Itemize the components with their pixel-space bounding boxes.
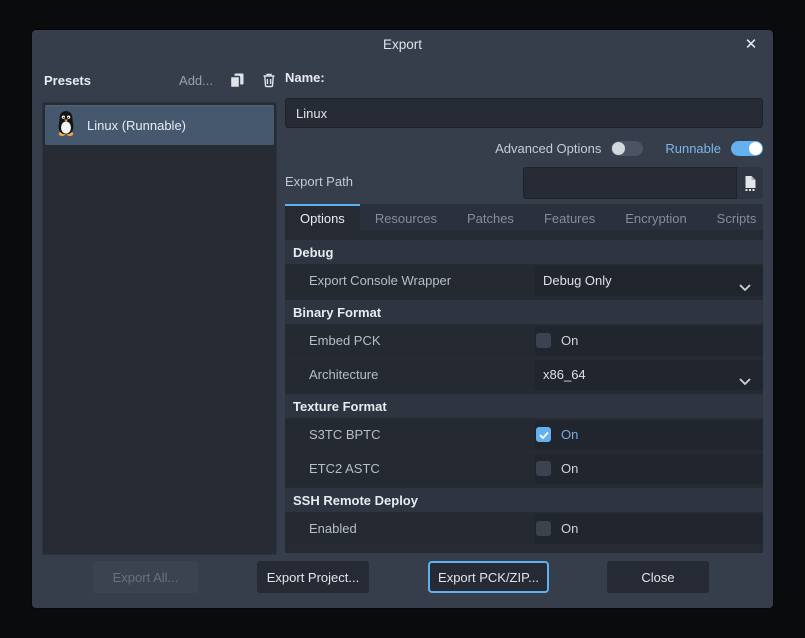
property-row-enabled: Enabled On	[285, 514, 763, 544]
add-preset-button[interactable]: Add...	[179, 73, 213, 88]
preset-list: Linux (Runnable)	[42, 102, 277, 555]
checkbox-on-label: On	[561, 427, 578, 442]
etc2-astc-checkbox[interactable]	[536, 461, 551, 476]
options-panel: Debug Export Console Wrapper Debug Only …	[285, 230, 763, 553]
file-browse-icon	[743, 175, 757, 191]
toggles-row: Advanced Options Runnable	[285, 137, 763, 159]
check-icon	[539, 431, 549, 439]
s3tc-bptc-checkbox[interactable]	[536, 427, 551, 442]
preset-item-label: Linux (Runnable)	[87, 118, 186, 133]
checkbox-on-label: On	[561, 333, 578, 348]
tab-resources[interactable]: Resources	[360, 204, 452, 230]
tab-scripts[interactable]: Scripts	[702, 204, 772, 230]
property-row-etc2-astc: ETC2 ASTC On	[285, 454, 763, 484]
chevron-down-icon[interactable]	[739, 372, 751, 390]
linux-penguin-icon	[55, 110, 77, 141]
property-row-architecture: Architecture x86_64	[285, 360, 763, 390]
toggle-knob	[749, 142, 762, 155]
section-header-texture-format: Texture Format	[285, 394, 763, 418]
export-project-button[interactable]: Export Project...	[257, 561, 369, 593]
checkbox-on-label: On	[561, 521, 578, 536]
tab-encryption[interactable]: Encryption	[610, 204, 701, 230]
presets-header: Presets Add...	[44, 68, 277, 92]
embed-pck-checkbox[interactable]	[536, 333, 551, 348]
property-label: S3TC BPTC	[309, 427, 381, 442]
name-label: Name:	[285, 70, 325, 85]
tab-options[interactable]: Options	[285, 204, 360, 230]
trash-icon[interactable]	[261, 72, 277, 88]
tab-patches[interactable]: Patches	[452, 204, 529, 230]
export-all-button: Export All...	[93, 561, 198, 593]
browse-path-button[interactable]	[737, 167, 763, 199]
runnable-label: Runnable	[665, 141, 721, 156]
advanced-options-label: Advanced Options	[495, 141, 601, 156]
export-dialog: Export ✕ Presets Add...	[32, 30, 773, 608]
property-label: ETC2 ASTC	[309, 461, 380, 476]
property-row-export-console-wrapper: Export Console Wrapper Debug Only	[285, 266, 763, 296]
presets-title: Presets	[44, 73, 91, 88]
property-label: Embed PCK	[309, 333, 381, 348]
preset-item-linux[interactable]: Linux (Runnable)	[45, 105, 274, 145]
runnable-toggle[interactable]	[731, 141, 763, 156]
section-header-binary-format: Binary Format	[285, 300, 763, 324]
duplicate-icon[interactable]	[229, 72, 245, 88]
name-input[interactable]	[285, 98, 763, 128]
ssh-enabled-checkbox[interactable]	[536, 521, 551, 536]
dropdown-value[interactable]: Debug Only	[543, 273, 612, 288]
property-label: Architecture	[309, 367, 378, 382]
property-row-s3tc-bptc: S3TC BPTC On	[285, 420, 763, 450]
tab-features[interactable]: Features	[529, 204, 610, 230]
chevron-down-icon[interactable]	[739, 278, 751, 296]
property-row-embed-pck: Embed PCK On	[285, 326, 763, 356]
export-path-label: Export Path	[285, 174, 353, 189]
checkbox-on-label: On	[561, 461, 578, 476]
export-path-row: Export Path	[285, 167, 763, 199]
property-label: Export Console Wrapper	[309, 273, 451, 288]
tab-bar: Options Resources Patches Features Encry…	[285, 204, 763, 230]
close-button[interactable]: Close	[607, 561, 709, 593]
section-header-debug: Debug	[285, 240, 763, 264]
export-path-input[interactable]	[523, 167, 737, 199]
toggle-knob	[612, 142, 625, 155]
property-label: Enabled	[309, 521, 357, 536]
advanced-options-toggle[interactable]	[611, 141, 643, 156]
export-pck-zip-button[interactable]: Export PCK/ZIP...	[428, 561, 549, 593]
section-header-ssh-remote-deploy: SSH Remote Deploy	[285, 488, 763, 512]
export-settings-pane: Name: Advanced Options Runnable Export P…	[285, 30, 763, 608]
dropdown-value[interactable]: x86_64	[543, 367, 586, 382]
